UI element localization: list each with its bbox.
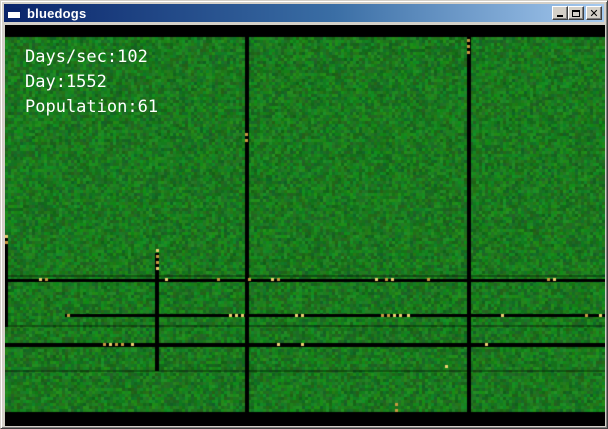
stats-overlay: Days/sec:102 Day:1552 Population:61 bbox=[25, 45, 158, 120]
close-button[interactable]: ✕ bbox=[586, 6, 602, 20]
app-window: bluedogs ✕ Days/sec:102 Day:1552 Populat… bbox=[0, 0, 608, 429]
simulation-viewport[interactable]: Days/sec:102 Day:1552 Population:61 bbox=[5, 25, 605, 426]
title-bar[interactable]: bluedogs ✕ bbox=[4, 4, 604, 22]
minimize-icon bbox=[557, 15, 563, 17]
window-app-icon[interactable] bbox=[7, 7, 21, 19]
day-readout: Day:1552 bbox=[25, 72, 107, 92]
population-readout: Population:61 bbox=[25, 97, 159, 117]
days-per-sec-readout: Days/sec:102 bbox=[25, 47, 148, 67]
window-title: bluedogs bbox=[27, 5, 87, 21]
close-icon: ✕ bbox=[589, 6, 599, 20]
maximize-icon bbox=[572, 9, 580, 17]
maximize-button[interactable] bbox=[568, 6, 584, 20]
caption-buttons: ✕ bbox=[552, 6, 602, 20]
minimize-button[interactable] bbox=[552, 6, 568, 20]
